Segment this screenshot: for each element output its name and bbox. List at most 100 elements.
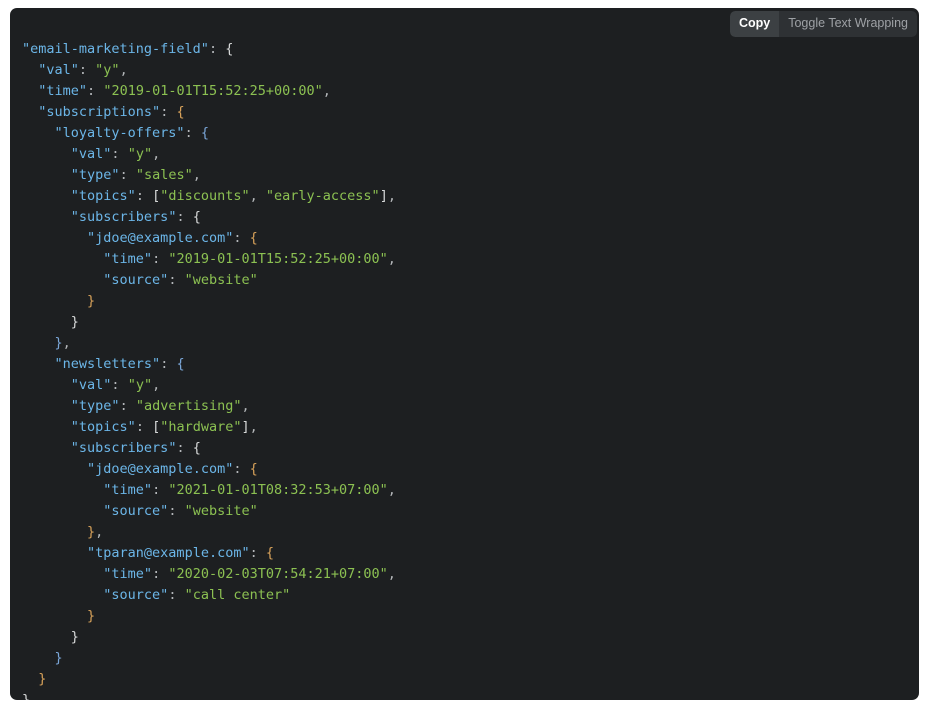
code-line: }: [22, 606, 396, 627]
code-token-p: :: [176, 440, 192, 456]
code-token-s: "y": [95, 62, 119, 78]
code-token-x: [22, 104, 38, 120]
code-token-p: :: [152, 566, 168, 582]
code-token-b4: }: [87, 608, 95, 624]
code-line: "subscribers": {: [22, 438, 396, 459]
code-line: }: [22, 627, 396, 648]
toggle-text-wrapping-button[interactable]: Toggle Text Wrapping: [779, 11, 917, 37]
code-token-x: [22, 188, 71, 204]
code-token-p: :: [111, 377, 127, 393]
code-token-x: [22, 629, 71, 645]
code-token-p: ,: [63, 335, 71, 351]
code-token-p: :: [168, 272, 184, 288]
code-token-k: "topics": [71, 419, 136, 435]
code-token-b3: }: [71, 314, 79, 330]
code-token-b2: }: [55, 650, 63, 666]
code-token-x: [22, 62, 38, 78]
code-viewer-panel: Copy Toggle Text Wrapping "email-marketi…: [10, 8, 919, 700]
code-token-p: ,: [388, 566, 396, 582]
json-code-block[interactable]: "email-marketing-field": { "val": "y", "…: [10, 22, 396, 701]
code-token-p: :: [136, 419, 152, 435]
code-token-s: "y": [128, 377, 152, 393]
code-token-s: "2019-01-01T15:52:25+00:00": [103, 83, 322, 99]
code-token-s: "y": [128, 146, 152, 162]
code-token-k: "time": [103, 566, 152, 582]
code-line: "email-marketing-field": {: [22, 39, 396, 60]
code-token-x: [22, 608, 87, 624]
code-token-b0: {: [225, 41, 233, 57]
code-token-p: :: [111, 146, 127, 162]
code-token-p: :: [250, 545, 266, 561]
code-token-x: [22, 398, 71, 414]
code-line: "newsletters": {: [22, 354, 396, 375]
code-token-k: "loyalty-offers": [55, 125, 185, 141]
code-token-p: ,: [193, 167, 201, 183]
code-line: "type": "sales",: [22, 165, 396, 186]
code-line: }: [22, 312, 396, 333]
code-line: "time": "2019-01-01T15:52:25+00:00",: [22, 249, 396, 270]
code-line: "source": "website": [22, 270, 396, 291]
code-token-k: "source": [103, 587, 168, 603]
code-token-k: "type": [71, 167, 120, 183]
code-token-b2: {: [176, 356, 184, 372]
code-token-x: [22, 335, 55, 351]
code-token-x: [22, 440, 71, 456]
copy-button[interactable]: Copy: [730, 11, 779, 37]
code-token-k: "source": [103, 503, 168, 519]
code-token-s: "2021-01-01T08:32:53+07:00": [168, 482, 387, 498]
code-line: "topics": ["hardware"],: [22, 417, 396, 438]
code-token-p: :: [185, 125, 201, 141]
code-token-b3: ]: [380, 188, 388, 204]
code-line: "type": "advertising",: [22, 396, 396, 417]
code-token-x: [22, 650, 55, 666]
code-token-b0: }: [22, 692, 30, 701]
code-line: "source": "call center": [22, 585, 396, 606]
code-token-b2: }: [55, 335, 63, 351]
code-line: "val": "y",: [22, 60, 396, 81]
code-token-x: [22, 503, 103, 519]
code-line: "loyalty-offers": {: [22, 123, 396, 144]
code-token-k: "subscriptions": [38, 104, 160, 120]
code-token-s: "early-access": [266, 188, 380, 204]
code-token-p: ,: [120, 62, 128, 78]
code-token-x: [22, 545, 87, 561]
code-token-p: ,: [250, 419, 258, 435]
code-token-p: :: [233, 461, 249, 477]
code-token-x: [22, 419, 71, 435]
code-line: "time": "2019-01-01T15:52:25+00:00",: [22, 81, 396, 102]
code-toolbar: Copy Toggle Text Wrapping: [730, 11, 917, 37]
code-token-s: "call center": [185, 587, 291, 603]
code-token-p: ,: [388, 188, 396, 204]
code-token-x: [22, 293, 87, 309]
code-token-x: [22, 167, 71, 183]
code-line: "subscribers": {: [22, 207, 396, 228]
code-token-p: :: [152, 482, 168, 498]
code-token-p: ,: [388, 251, 396, 267]
code-token-b1: {: [176, 104, 184, 120]
code-token-x: [22, 482, 103, 498]
code-token-k: "subscribers": [71, 440, 177, 456]
code-token-x: [22, 566, 103, 582]
code-token-x: [22, 356, 55, 372]
code-token-s: "sales": [136, 167, 193, 183]
code-token-p: ,: [242, 398, 250, 414]
code-token-k: "subscribers": [71, 209, 177, 225]
code-token-s: "website": [185, 503, 258, 519]
code-token-k: "source": [103, 272, 168, 288]
code-token-b3: }: [71, 629, 79, 645]
code-token-p: :: [120, 167, 136, 183]
code-token-b3: [: [152, 419, 160, 435]
code-line: "time": "2021-01-01T08:32:53+07:00",: [22, 480, 396, 501]
code-token-b4: }: [87, 524, 95, 540]
code-token-p: :: [176, 209, 192, 225]
code-line: }: [22, 669, 396, 690]
code-token-p: :: [168, 587, 184, 603]
code-token-s: "2019-01-01T15:52:25+00:00": [168, 251, 387, 267]
code-token-x: [22, 230, 87, 246]
code-token-k: "val": [71, 377, 112, 393]
code-token-b3: [: [152, 188, 160, 204]
code-line: "time": "2020-02-03T07:54:21+07:00",: [22, 564, 396, 585]
code-token-b4: {: [266, 545, 274, 561]
code-token-x: [22, 314, 71, 330]
code-token-p: :: [209, 41, 225, 57]
